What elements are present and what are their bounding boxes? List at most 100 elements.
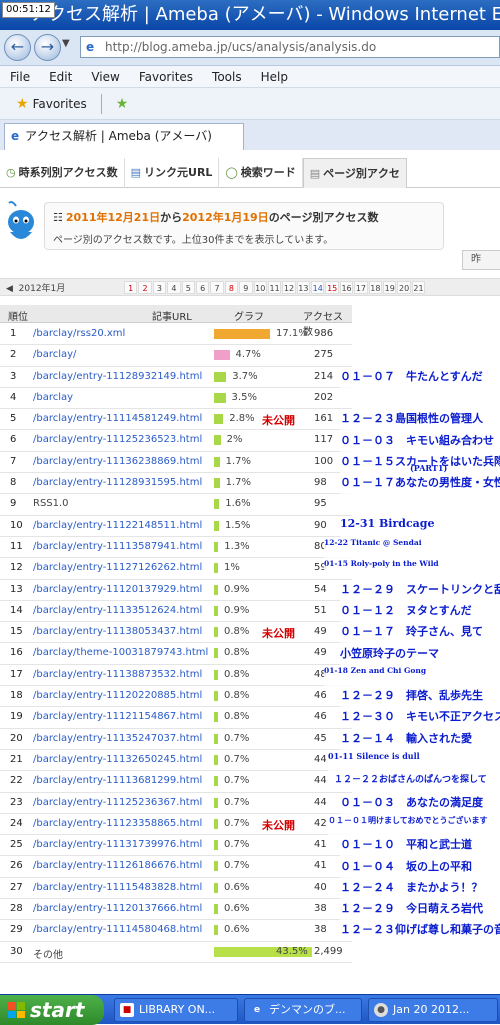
day-cell[interactable]: 1 [124,280,138,294]
day-cell[interactable]: 18 [368,280,383,294]
page-url-link[interactable]: /barclay/entry-11114581249.html [33,413,202,424]
page-url-link[interactable]: /barclay [33,392,73,403]
day-cell[interactable]: 3 [152,280,167,294]
rank-cell: 22 [10,775,23,787]
menu-edit[interactable]: Edit [49,70,72,84]
count-cell: 49 [314,626,327,638]
day-cell[interactable]: 8 [224,280,239,294]
taskbar-item-library[interactable]: ■ LIBRARY ON... [114,998,238,1022]
previous-period-button[interactable]: 昨 [462,250,500,270]
day-cell[interactable]: 21 [411,280,426,294]
page-url-link[interactable]: /barclay/entry-11120220885.html [33,690,202,701]
count-cell: 275 [314,349,334,361]
taskbar-item-ie[interactable]: e デンマンのブ... [244,998,362,1022]
back-button[interactable]: ← [4,34,31,61]
page-url-link[interactable]: /barclay/entry-11138873532.html [33,669,202,680]
page-url-link[interactable]: /barclay/entry-11126186676.html [33,860,202,871]
rank-cell: 9 [10,498,17,510]
day-cell[interactable]: 9 [239,280,253,294]
table-row: 8/barclay/entry-11128931595.html 1.7% 98 [0,473,352,495]
tab-page-access[interactable]: ▤ ページ別アクセ [302,158,407,188]
graph-bar [214,456,220,467]
day-cell[interactable]: 2 [138,280,152,294]
sitemap-icon: ☷ [53,211,63,224]
menu-view[interactable]: View [91,70,119,84]
graph-bar [214,840,218,851]
annotation-note: １２－２９ 今日萌えろ岩代 [340,900,500,921]
page-url-link[interactable]: /barclay/entry-11113587941.html [33,541,202,552]
page-url-link[interactable]: /barclay/entry-11120137929.html [33,584,202,595]
page-url-link[interactable]: /barclay/entry-11135247037.html [33,733,202,744]
day-cell[interactable]: 6 [195,280,210,294]
day-cell[interactable]: 16 [339,280,354,294]
percent-cell: 0.8% [224,690,250,702]
add-favorite-icon[interactable]: ★ [116,96,129,112]
day-cell[interactable]: 20 [397,280,411,294]
annotation-note: ０１－０３ キモい組み合わせ [340,431,500,452]
taskbar-item-media[interactable]: ● Jan 20 2012... [368,998,498,1022]
address-toolbar: ← → ▼ e http://blog.ameba.jp/ucs/analysi… [0,30,500,66]
graph-bar [214,350,230,361]
percent-cell: 3.7% [232,370,258,382]
graph-bar [214,499,220,510]
day-cell[interactable]: 5 [181,280,195,294]
rank-cell: 6 [10,434,17,446]
day-cell[interactable]: 14 [311,280,325,294]
menu-file[interactable]: File [10,70,30,84]
page-url-link[interactable]: /barclay/entry-11120137666.html [33,903,202,914]
page-url-link[interactable]: /barclay/entry-11113681299.html [33,775,202,786]
page-url-link[interactable]: /barclay/entry-11121154867.html [33,711,202,722]
page-url-link[interactable]: /barclay/entry-11132650245.html [33,754,202,765]
prev-month-icon[interactable]: ◀ [6,284,13,294]
page-url-link[interactable]: /barclay/entry-11114580468.html [33,924,202,935]
page-url-link[interactable]: /barclay/entry-11131739976.html [33,839,202,850]
page-url-link[interactable]: /barclay/rss20.xml [33,328,125,339]
day-cell[interactable]: 11 [267,280,282,294]
page-url-link[interactable]: /barclay/entry-11123358865.html [33,818,202,829]
day-cell[interactable]: 12 [282,280,296,294]
annotation-note: ０１－１０ 平和と武士道 [340,836,500,857]
page-url-link[interactable]: /barclay/entry-11122148511.html [33,520,202,531]
tab-time-series[interactable]: ◷ 時系列別アクセス数 [0,158,125,188]
table-row: 16/barclay/theme-10031879743.html 0.8% 49 [0,643,352,665]
annotation-note: ０１－０４ 坂の上の平和 [340,857,500,878]
page-url-link[interactable]: /barclay/entry-11138053437.html [33,626,202,637]
day-cell[interactable]: 7 [210,280,224,294]
favorites-separator [100,93,102,114]
page-url-link[interactable]: /barclay/ [33,349,76,360]
day-cell[interactable]: 13 [296,280,311,294]
page-url-link[interactable]: /barclay/entry-11125236523.html [33,434,202,445]
table-row: 11/barclay/entry-11113587941.html 1.3% 80 [0,537,352,559]
page-url-link[interactable]: /barclay/entry-11128932149.html [33,371,202,382]
page-url-link[interactable]: /barclay/theme-10031879743.html [33,647,208,658]
menu-tools[interactable]: Tools [212,70,242,84]
address-bar[interactable]: e http://blog.ameba.jp/ucs/analysis/anal… [80,36,500,58]
start-button[interactable]: start [0,995,104,1025]
history-dropdown-icon[interactable]: ▼ [62,38,70,49]
page-url-link[interactable]: /barclay/entry-11125236367.html [33,797,202,808]
graph-bar [214,627,218,638]
page-url-link[interactable]: /barclay/entry-11115483828.html [33,882,202,893]
graph-bar [214,733,218,744]
favorites-button[interactable]: Favorites [33,97,87,111]
page-url-link[interactable]: /barclay/entry-11133512624.html [33,605,202,616]
menu-favorites[interactable]: Favorites [139,70,193,84]
page-url-link[interactable]: /barclay/entry-11128931595.html [33,477,202,488]
rank-cell: 23 [10,796,23,808]
day-cell[interactable]: 10 [253,280,267,294]
page-url-link[interactable]: /barclay/entry-11127126262.html [33,562,202,573]
day-cell[interactable]: 4 [167,280,181,294]
day-cell[interactable]: 15 [325,280,339,294]
rank-cell: 3 [10,370,17,382]
browser-tab-active[interactable]: e アクセス解析 | Ameba (アメーバ) [4,123,244,150]
day-cell[interactable]: 19 [383,280,397,294]
tab-search-words[interactable]: ◯ 検索ワード [219,158,303,188]
info-description: ページ別のアクセス数です。上位30件までを表示しています。 [53,235,334,246]
tab-referrer[interactable]: ▤ リンク元URL [125,158,220,188]
page-url-link[interactable]: /barclay/entry-11136238869.html [33,456,202,467]
menu-help[interactable]: Help [261,70,288,84]
rank-cell: 29 [10,924,23,936]
percent-cell: 0.9% [224,583,250,595]
day-cell[interactable]: 17 [354,280,368,294]
forward-button[interactable]: → [34,34,61,61]
